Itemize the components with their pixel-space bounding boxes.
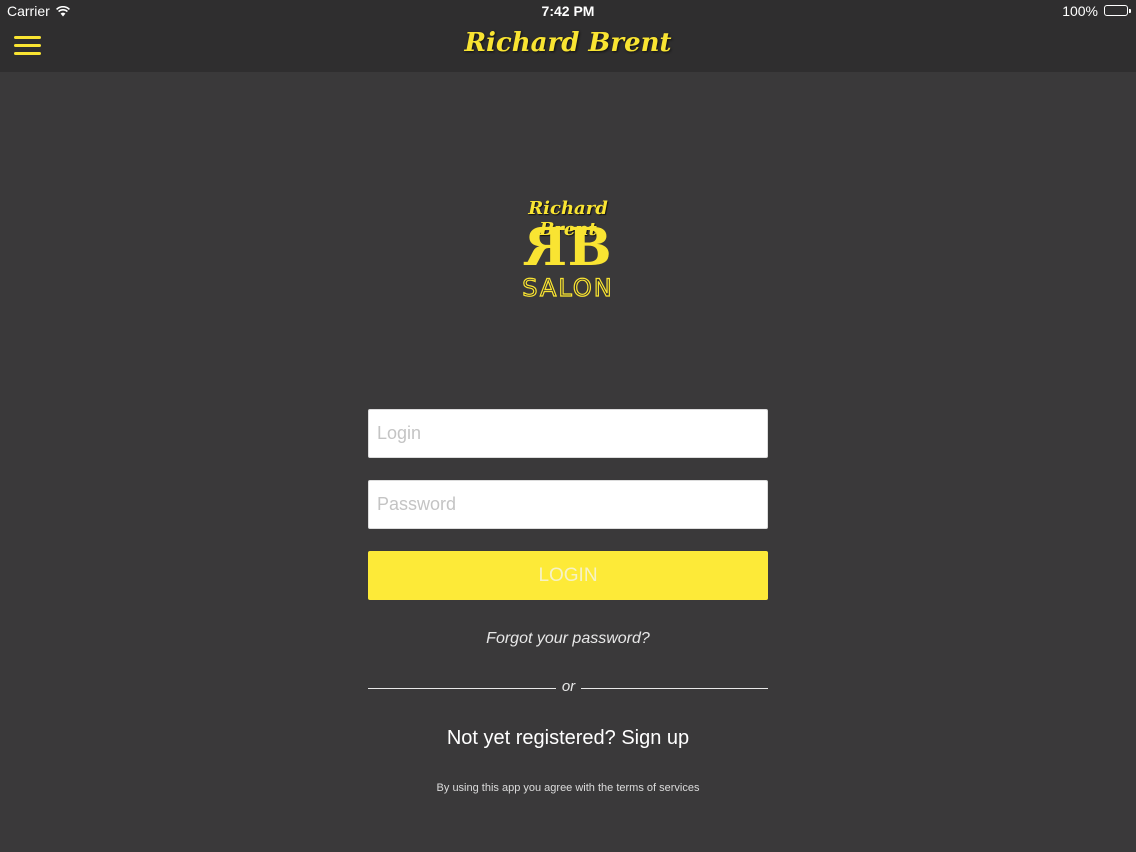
- login-button[interactable]: LOGIN: [368, 551, 768, 600]
- password-input[interactable]: [368, 480, 768, 529]
- nav-bar: Richard Brent: [0, 22, 1136, 72]
- nav-title: Richard Brent: [464, 28, 672, 58]
- status-time: 7:42 PM: [541, 3, 595, 19]
- battery-icon: [1104, 5, 1131, 16]
- divider-line-left: [368, 688, 556, 689]
- login-input[interactable]: [368, 409, 768, 458]
- salon-logo: Richard Brent RB SALON: [500, 196, 636, 304]
- logo-monogram-r: R: [526, 217, 568, 278]
- signup-link[interactable]: Not yet registered? Sign up: [368, 727, 768, 750]
- divider-line-right: [581, 688, 768, 689]
- terms-text: By using this app you agree with the ter…: [436, 782, 700, 794]
- hamburger-menu-icon[interactable]: [14, 35, 41, 57]
- divider-or-text: or: [561, 678, 576, 695]
- logo-monogram-b: B: [567, 217, 612, 278]
- battery-percentage: 100%: [1062, 3, 1098, 19]
- logo-monogram: RB: [500, 217, 636, 278]
- forgot-password-link[interactable]: Forgot your password?: [368, 630, 768, 648]
- status-bar: Carrier 7:42 PM 100%: [0, 0, 1136, 22]
- logo-salon-word: SALON: [522, 273, 614, 302]
